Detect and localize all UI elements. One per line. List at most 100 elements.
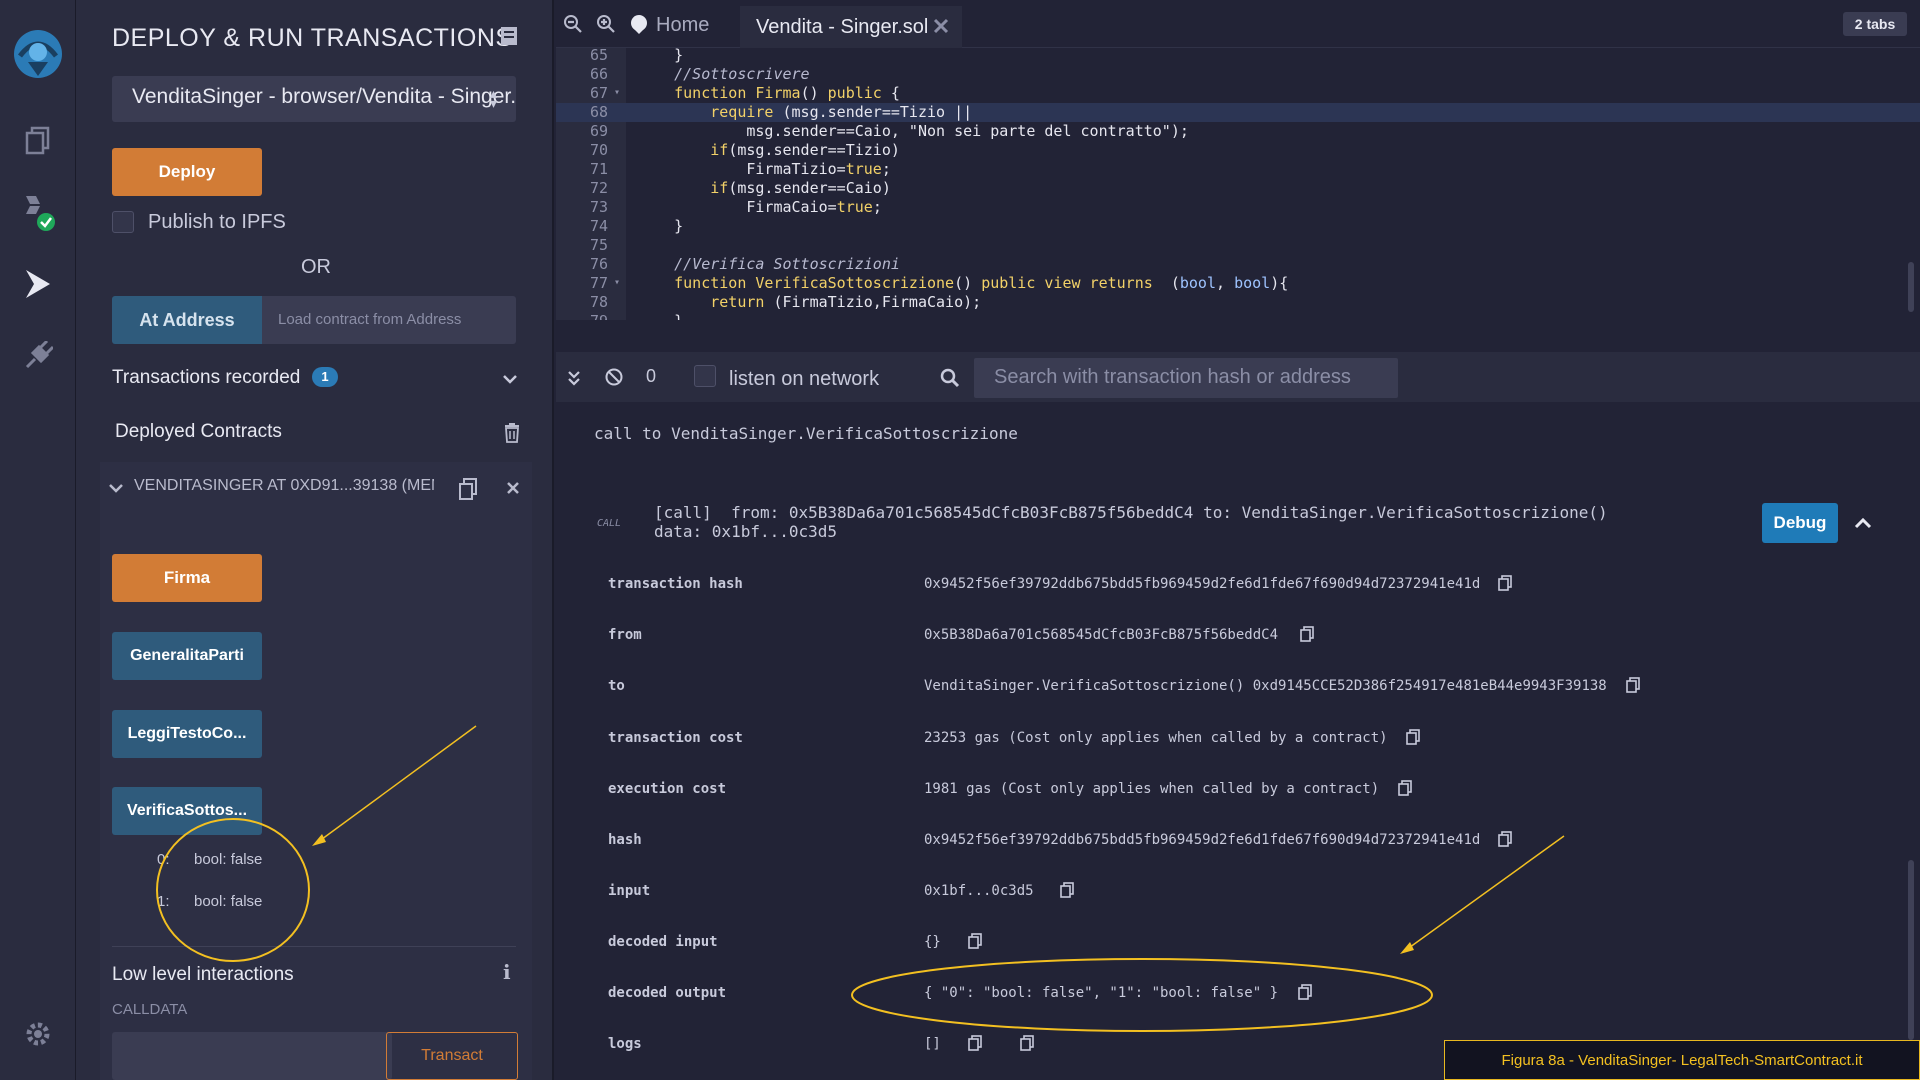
deploy-button[interactable]: Deploy — [112, 148, 262, 196]
info-icon[interactable]: i — [503, 960, 511, 984]
code-line[interactable]: 65 } — [556, 48, 1920, 65]
chevron-up-icon[interactable] — [1853, 516, 1873, 535]
file-explorer-icon[interactable] — [20, 122, 56, 158]
remix-logo-icon[interactable] — [8, 26, 68, 82]
instance-chevron-down-icon[interactable] — [108, 481, 124, 499]
instance-title: VENDITASINGER AT 0XD91...39138 (MEMORY) — [134, 477, 434, 494]
line-number: 69 — [589, 122, 608, 140]
copy-icon[interactable] — [1298, 984, 1312, 1000]
chevron-down-icon[interactable] — [502, 372, 518, 390]
code-line[interactable]: 66 //Sottoscrivere — [556, 65, 1920, 84]
fn-verificasottos-button[interactable]: VerificaSottos... — [112, 787, 262, 835]
fold-arrow-icon[interactable]: ▾ — [614, 87, 620, 98]
listen-network-checkbox[interactable] — [694, 365, 716, 387]
tab-home[interactable]: Home — [656, 14, 709, 37]
line-number: 65 — [589, 48, 608, 64]
collapse-terminal-icon[interactable] — [566, 368, 582, 393]
call-header-line-1: [call] from: 0x5B38Da6a701c568545dCfcB03… — [654, 503, 1608, 522]
tx-field-key: input — [608, 883, 651, 899]
code-line[interactable]: 73 FirmaCaio=true; — [556, 198, 1920, 217]
copy-icon[interactable] — [1060, 882, 1074, 898]
transactions-recorded-label[interactable]: Transactions recorded — [112, 367, 300, 389]
transact-button[interactable]: Transact — [386, 1032, 518, 1080]
code-line[interactable]: 74 } — [556, 217, 1920, 236]
copy-address-icon[interactable] — [458, 478, 478, 505]
plugin-manager-icon[interactable] — [20, 338, 56, 374]
copy-icon[interactable] — [1498, 831, 1512, 847]
code-text: FirmaTizio=true; — [638, 160, 891, 178]
code-line[interactable]: 75 — [556, 236, 1920, 255]
code-line[interactable]: 70 if(msg.sender==Tizio) — [556, 141, 1920, 160]
panel-title: DEPLOY & RUN TRANSACTIONS — [112, 24, 513, 52]
line-number: 72 — [589, 179, 608, 197]
contract-select[interactable]: VenditaSinger - browser/Vendita - Singer… — [112, 76, 516, 122]
tabs-count-dropdown[interactable]: 2 tabs — [1843, 12, 1907, 36]
divider — [112, 946, 516, 947]
close-instance-icon[interactable] — [506, 481, 520, 500]
copy-icon[interactable] — [1398, 780, 1412, 796]
load-contract-address-input[interactable]: Load contract from Address — [262, 296, 516, 344]
line-number: 66 — [589, 65, 608, 83]
tx-field-key: to — [608, 678, 625, 694]
remix-ide: DEPLOY & RUN TRANSACTIONS VenditaSinger … — [0, 0, 1920, 1080]
fn-firma-button[interactable]: Firma — [112, 554, 262, 602]
copy-icon[interactable] — [1626, 677, 1640, 693]
copy-icon[interactable] — [1406, 729, 1420, 745]
code-text: //Sottoscrivere — [674, 65, 810, 83]
deploy-run-icon[interactable] — [20, 266, 56, 302]
code-text: return (FirmaTizio,FirmaCaio); — [710, 293, 982, 311]
copy-icon[interactable] — [1300, 626, 1314, 642]
calldata-input[interactable] — [112, 1032, 392, 1080]
code-line[interactable]: 76 //Verifica Sottoscrizioni — [556, 255, 1920, 274]
tx-field-value: 0x9452f56ef39792ddb675bdd5fb969459d2fe6d… — [924, 576, 1481, 592]
code-editor[interactable]: 65 } 66 //Sottoscrivere 67 ▾ function Firma… — [556, 48, 1920, 320]
trash-icon[interactable] — [504, 423, 520, 448]
editor-scrollbar[interactable] — [1908, 262, 1914, 312]
publish-ipfs-checkbox[interactable] — [112, 211, 134, 233]
documentation-book-icon[interactable] — [500, 26, 518, 51]
copy-icon[interactable] — [1498, 575, 1512, 591]
or-separator: OR — [301, 256, 331, 278]
code-line[interactable]: 72 if(msg.sender==Caio) — [556, 179, 1920, 198]
code-line[interactable]: 68 require (msg.sender==Tizio || — [556, 103, 1920, 122]
debug-button[interactable]: Debug — [1762, 503, 1838, 543]
settings-gear-icon[interactable] — [20, 1016, 56, 1052]
tx-field-key: decoded input — [608, 934, 718, 950]
code-line[interactable]: 67 ▾ function Firma() public { — [556, 84, 1920, 103]
output-index-1: 1: — [157, 893, 170, 910]
at-address-button[interactable]: At Address — [112, 296, 262, 344]
code-text: } — [638, 48, 684, 64]
clear-console-icon[interactable] — [604, 367, 624, 392]
fn-generalitaparti-button[interactable]: GeneralitaParti — [112, 632, 262, 680]
zoom-in-icon[interactable] — [596, 14, 616, 39]
transactions-count-badge: 1 — [312, 367, 338, 387]
copy-icon[interactable] — [968, 933, 982, 949]
code-line[interactable]: 71 FirmaTizio=true; — [556, 160, 1920, 179]
zoom-out-icon[interactable] — [563, 14, 583, 39]
tx-field-key: decoded output — [608, 985, 727, 1001]
code-text: } — [638, 312, 683, 320]
code-line[interactable]: 77 ▾ function VerificaSottoscrizione() pu… — [556, 274, 1920, 293]
tx-field-value: 0x5B38Da6a701c568545dCfcB03FcB875f56bedd… — [924, 627, 1279, 643]
code-line[interactable]: 78 return (FirmaTizio,FirmaCaio); — [556, 293, 1920, 312]
solidity-compiler-icon[interactable] — [20, 194, 56, 231]
copy-icon[interactable] — [1020, 1035, 1034, 1051]
home-remix-icon — [628, 13, 650, 40]
fold-arrow-icon[interactable]: ▾ — [614, 277, 620, 288]
transaction-search-input[interactable]: Search with transaction hash or address — [974, 358, 1398, 398]
line-number: 77 — [589, 274, 608, 292]
call-header[interactable]: [call] from: 0x5B38Da6a701c568545dCfcB03… — [654, 503, 1608, 541]
close-tab-icon[interactable] — [932, 17, 950, 38]
icon-rail — [0, 0, 76, 1080]
code-line[interactable]: 69 msg.sender==Caio, "Non sei parte del … — [556, 122, 1920, 141]
code-line[interactable]: 79 } — [556, 312, 1920, 320]
output-value-0: bool: false — [194, 851, 263, 868]
line-number: 74 — [589, 217, 608, 235]
fn-leggitestoco-button[interactable]: LeggiTestoCo... — [112, 710, 262, 758]
code-text: msg.sender==Caio, "Non sei parte del con… — [638, 122, 1189, 140]
copy-icon[interactable] — [968, 1035, 982, 1051]
code-text: if(msg.sender==Tizio) — [710, 141, 900, 159]
call-tag: CALL — [597, 518, 622, 529]
terminal-scrollbar[interactable] — [1908, 860, 1914, 1040]
line-number: 79 — [556, 312, 608, 320]
